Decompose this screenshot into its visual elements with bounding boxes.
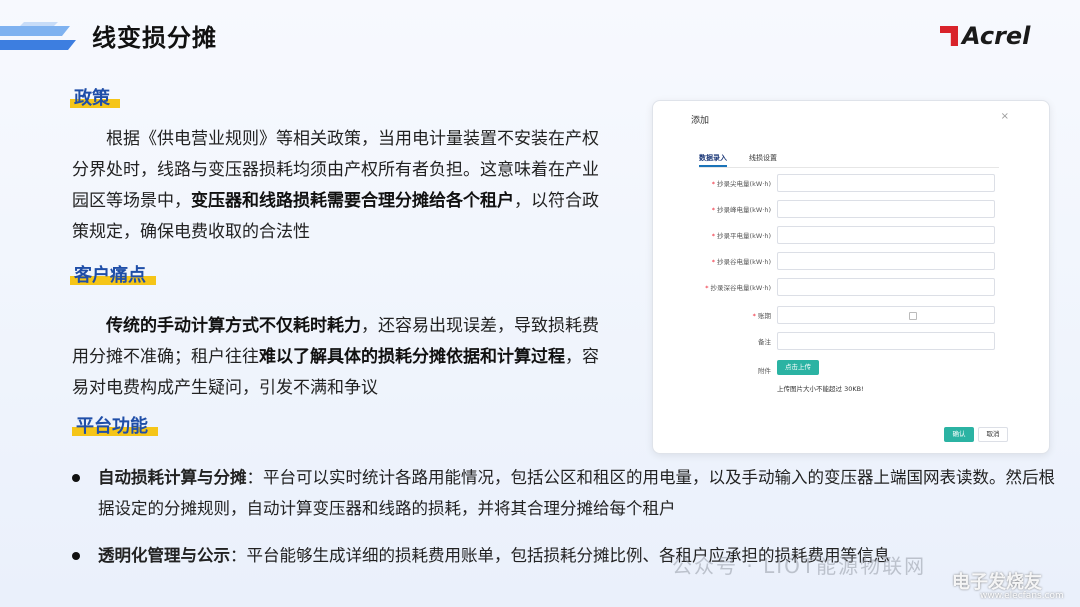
upload-hint: 上传图片大小不能超过 30KB!	[777, 385, 864, 393]
page-title: 线变损分摊	[92, 24, 217, 52]
flat-energy-input[interactable]	[777, 226, 995, 244]
tab-data-entry[interactable]: 数据录入	[699, 153, 727, 167]
form-row: 附件	[653, 361, 1049, 379]
watermark-text: 公众号 · LIOT能源物联网	[672, 554, 927, 578]
logo-text: Acrel	[962, 22, 1031, 50]
billing-period-input[interactable]	[777, 306, 995, 324]
tab-line-loss-settings[interactable]: 线损设置	[749, 153, 777, 163]
peak-energy-input[interactable]	[777, 200, 995, 218]
form-row: * 抄录尖电量(kW·h)	[653, 174, 1049, 192]
confirm-button[interactable]: 确认	[944, 427, 974, 442]
field-label: * 账期	[752, 312, 771, 320]
valley-energy-input[interactable]	[777, 252, 995, 270]
form-row: * 账期	[653, 306, 1049, 324]
policy-bold-1: 变压器和线路损耗需要合理分摊给各个租户	[191, 191, 514, 211]
corner-stripes-decoration	[0, 22, 76, 50]
field-label: * 抄录尖电量(kW·h)	[711, 180, 771, 188]
bullet-bold: 自动损耗计算与分摊	[98, 468, 247, 487]
form-row: * 抄录深谷电量(kW·h)	[653, 278, 1049, 296]
deep-valley-energy-input[interactable]	[777, 278, 995, 296]
pain-bold-1: 传统的手动计算方式不仅耗时耗力	[106, 316, 361, 336]
field-label: * 抄录平电量(kW·h)	[711, 232, 771, 240]
dialog-title: 添加	[691, 116, 710, 126]
field-label: * 抄录谷电量(kW·h)	[711, 258, 771, 266]
brand-logo: Acrel	[940, 22, 1030, 50]
bullet-dot-icon	[72, 552, 80, 560]
remark-input[interactable]	[777, 332, 995, 350]
add-dialog: 添加 × 数据录入 线损设置 * 抄录尖电量(kW·h) * 抄录峰电量(kW·…	[652, 100, 1050, 454]
form-row: * 抄录平电量(kW·h)	[653, 226, 1049, 244]
form-row: 备注	[653, 332, 1049, 350]
section-tag-pain-points: 客户痛点	[70, 261, 156, 287]
form-row: * 抄录峰电量(kW·h)	[653, 200, 1049, 218]
form-row: * 抄录谷电量(kW·h)	[653, 252, 1049, 270]
close-icon[interactable]: ×	[1001, 111, 1009, 122]
upload-button[interactable]: 点击上传	[777, 360, 819, 375]
section-tag-platform: 平台功能	[72, 412, 158, 438]
field-label: * 抄录峰电量(kW·h)	[711, 206, 771, 214]
field-label: * 抄录深谷电量(kW·h)	[705, 284, 771, 292]
pain-paragraph: 传统的手动计算方式不仅耗时耗力，还容易出现误差，导致损耗费用分摊不准确；租户往往…	[72, 311, 602, 404]
cancel-button[interactable]: 取消	[978, 427, 1008, 442]
bullet-dot-icon	[72, 474, 80, 482]
acrel-logo-icon	[940, 26, 958, 46]
calendar-icon	[909, 312, 917, 320]
dialog-tabs: 数据录入 线损设置	[699, 151, 999, 168]
bullet-item: 自动损耗计算与分摊：平台可以实时统计各路用能情况，包括公区和租区的用电量，以及手…	[72, 462, 1057, 524]
field-label: 附件	[758, 367, 771, 375]
bullet-bold: 透明化管理与公示	[98, 546, 230, 565]
peak-top-energy-input[interactable]	[777, 174, 995, 192]
policy-paragraph: 根据《供电营业规则》等相关政策，当用电计量装置不安装在产权分界处时，线路与变压器…	[72, 124, 602, 248]
pain-bold-2: 难以了解具体的损耗分摊依据和计算过程	[259, 347, 565, 367]
section-tag-policy: 政策	[70, 84, 120, 110]
site-url-watermark: www.elecfans.com	[980, 591, 1064, 601]
field-label: 备注	[758, 338, 771, 346]
